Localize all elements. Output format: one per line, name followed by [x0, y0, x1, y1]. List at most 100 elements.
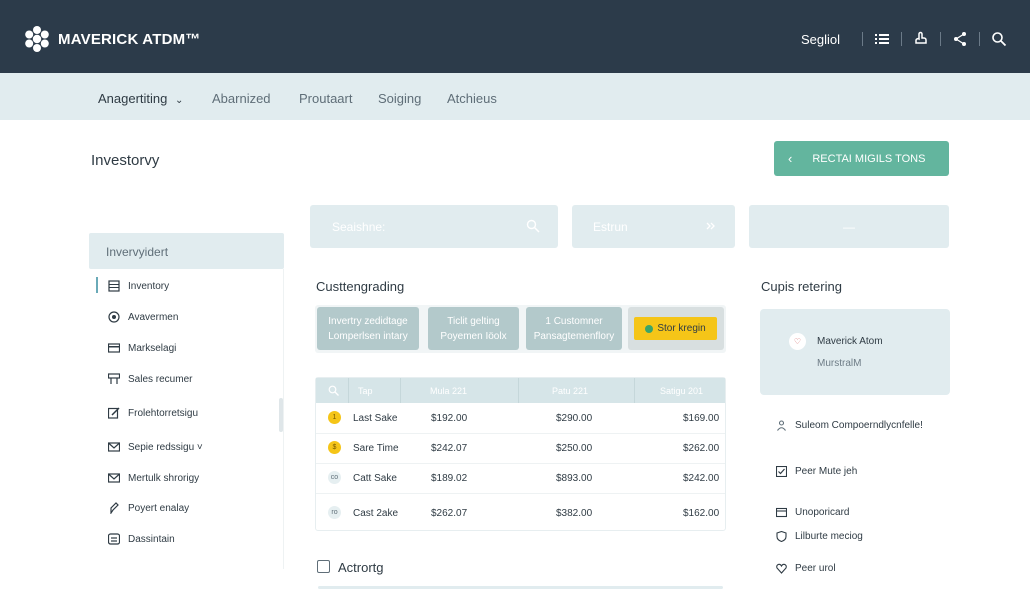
storage-icon: [107, 532, 121, 546]
column-header[interactable]: Tap: [358, 386, 373, 396]
row-value: $162.00: [683, 508, 720, 519]
sidebar-item-poyert-enalay[interactable]: Poyert enalay: [107, 500, 189, 516]
divider: [901, 32, 902, 46]
active-indicator: [96, 277, 98, 293]
logo[interactable]: MAVERICK ATDM™: [22, 24, 201, 54]
right-item-label: Suleom Compoerndlycnfelle!: [795, 419, 923, 431]
row-name: Sare Time: [353, 443, 399, 454]
row-value: $192.00: [431, 413, 468, 424]
row-value: $262.00: [683, 443, 720, 454]
sidebar-item-dassintain[interactable]: Dassintain: [107, 531, 175, 547]
arrows-icon: [706, 222, 715, 230]
row-value: $242.00: [683, 473, 720, 484]
right-item[interactable]: Peer Mute jeh: [775, 464, 857, 478]
activity-checkbox[interactable]: [317, 560, 330, 573]
right-item-label: Unoporicard: [795, 506, 850, 518]
row-avatar-icon: co: [328, 471, 341, 484]
search-icon[interactable]: [328, 385, 339, 396]
column-header[interactable]: Patu 221: [552, 386, 588, 396]
touch-icon[interactable]: [912, 30, 930, 48]
chip-ticket[interactable]: Ticlit gelting Poyemen Iöolx: [428, 307, 519, 350]
nav-item-abarnized[interactable]: Abarnized: [212, 91, 271, 106]
card-icon: [775, 506, 787, 518]
sidebar-header: Invervyidert: [89, 233, 284, 269]
chip-inventory[interactable]: Invertry zedidtage Lomperlsen intary: [317, 307, 419, 350]
sidebar-item-label: Mertulk shrorigy: [128, 472, 200, 484]
table-row[interactable]: 1 Last Sake $192.00 $290.00 $169.00: [316, 404, 725, 434]
table-row[interactable]: $ Sare Time $242.07 $250.00 $262.00: [316, 434, 725, 464]
logo-hex-icon: [25, 26, 49, 52]
row-coin-icon: 1: [328, 411, 341, 424]
filter-empty[interactable]: —: [749, 205, 949, 248]
sidebar-item-mertulk-shrorigy[interactable]: Mertulk shrorigy: [107, 470, 199, 486]
store-login-button[interactable]: Stor kregin: [634, 317, 717, 340]
right-item[interactable]: Unoporicard: [775, 505, 849, 519]
share-icon[interactable]: [951, 30, 969, 48]
search-placeholder: Seaishne:: [332, 219, 386, 234]
logo-text: MAVERICK ATDM™: [58, 30, 201, 48]
sidebar-item-avavermen[interactable]: Avavermen: [107, 309, 178, 325]
sidebar-item-label: Sales recumer: [128, 373, 193, 385]
sidebar-item-inventory[interactable]: Inventory: [107, 278, 169, 294]
row-name: Cast 2ake: [353, 508, 399, 519]
filter-empty-value: —: [843, 219, 855, 234]
chip-customer[interactable]: 1 Customner Pansagtemenflory: [526, 307, 622, 350]
column-header[interactable]: Mula 221: [430, 386, 467, 396]
grid-icon: [107, 279, 121, 293]
nav-item-atchieus[interactable]: Atchieus: [447, 91, 497, 106]
right-item-label: Peer Mute jeh: [795, 465, 858, 477]
primary-action-button[interactable]: ‹ RECTAI MIGILS TONS: [774, 141, 949, 176]
right-item-label: Lilburte meciog: [795, 530, 863, 542]
sidebar-item-label: Poyert enalay: [128, 502, 190, 514]
sidebar-item-label: Sepie redssigu ˅: [128, 441, 203, 453]
table-header: Tap Mula 221 Patu 221 Satigu 201: [316, 378, 725, 403]
status-dot-icon: [645, 324, 654, 333]
profile-card[interactable]: ♡ Maverick Atom MurstralM: [760, 309, 950, 395]
row-value: $262.07: [431, 508, 468, 519]
search-icon[interactable]: [990, 30, 1008, 48]
row-dollar-icon: $: [328, 441, 341, 454]
edit-icon: [107, 406, 121, 420]
row-value: $169.00: [683, 413, 720, 424]
header-divider: [518, 378, 519, 403]
target-icon: [107, 310, 121, 324]
sidebar-item-sepie-redssigu[interactable]: Sepie redssigu ˅: [107, 439, 203, 455]
heart-icon: [775, 562, 787, 574]
sidebar-item-markselagi[interactable]: Markselagi: [107, 340, 176, 356]
check-icon: [775, 465, 787, 477]
header-divider: [348, 378, 349, 403]
nav-item-proutaart[interactable]: Proutaart: [299, 91, 352, 106]
row-value: $290.00: [556, 413, 593, 424]
right-item[interactable]: Lilburte meciog: [775, 529, 863, 543]
nav-item-soiging[interactable]: Soiging: [378, 91, 421, 106]
header-divider: [400, 378, 401, 403]
row-value: $189.02: [431, 473, 468, 484]
nav-item-anagertiting[interactable]: Anagertiting ⌄: [98, 91, 183, 106]
filter-select[interactable]: Estrun: [572, 205, 735, 248]
user-menu-label[interactable]: Segliol: [801, 32, 840, 47]
main-nav: Anagertiting ⌄ Abarnized Proutaart Soigi…: [0, 73, 1030, 120]
chevron-left-icon: ‹: [788, 151, 793, 166]
sidebar-item-frolehtorretsigu[interactable]: Frolehtorretsigu: [107, 405, 198, 421]
chevron-down-icon: ⌄: [175, 95, 184, 106]
row-value: $893.00: [556, 473, 593, 484]
search-input[interactable]: Seaishne:: [310, 205, 558, 248]
table-row[interactable]: ro Cast 2ake $262.07 $382.00 $162.00: [316, 494, 725, 531]
list-icon[interactable]: [873, 30, 891, 48]
store-login-label: Stor kregin: [657, 323, 706, 334]
table-row[interactable]: co Catt Sake $189.02 $893.00 $242.00: [316, 464, 725, 494]
column-header[interactable]: Satigu 201: [660, 386, 703, 396]
card-icon: [107, 341, 121, 355]
right-item[interactable]: Suleom Compoerndlycnfelle!: [775, 418, 923, 432]
sales-table: Tap Mula 221 Patu 221 Satigu 201 1 Last …: [315, 377, 726, 531]
user-icon: [775, 419, 787, 431]
filter-select-label: Estrun: [593, 219, 628, 234]
row-name: Catt Sake: [353, 473, 397, 484]
register-icon: [107, 372, 121, 386]
sidebar-item-label: Markselagi: [128, 342, 177, 354]
profile-heart-icon: ♡: [789, 333, 806, 350]
sidebar-item-label: Frolehtorretsigu: [128, 407, 199, 419]
customer-section-title: Custtengrading: [316, 279, 405, 294]
sidebar-item-sales-recumer[interactable]: Sales recumer: [107, 371, 192, 387]
right-item[interactable]: Peer urol: [775, 561, 836, 575]
